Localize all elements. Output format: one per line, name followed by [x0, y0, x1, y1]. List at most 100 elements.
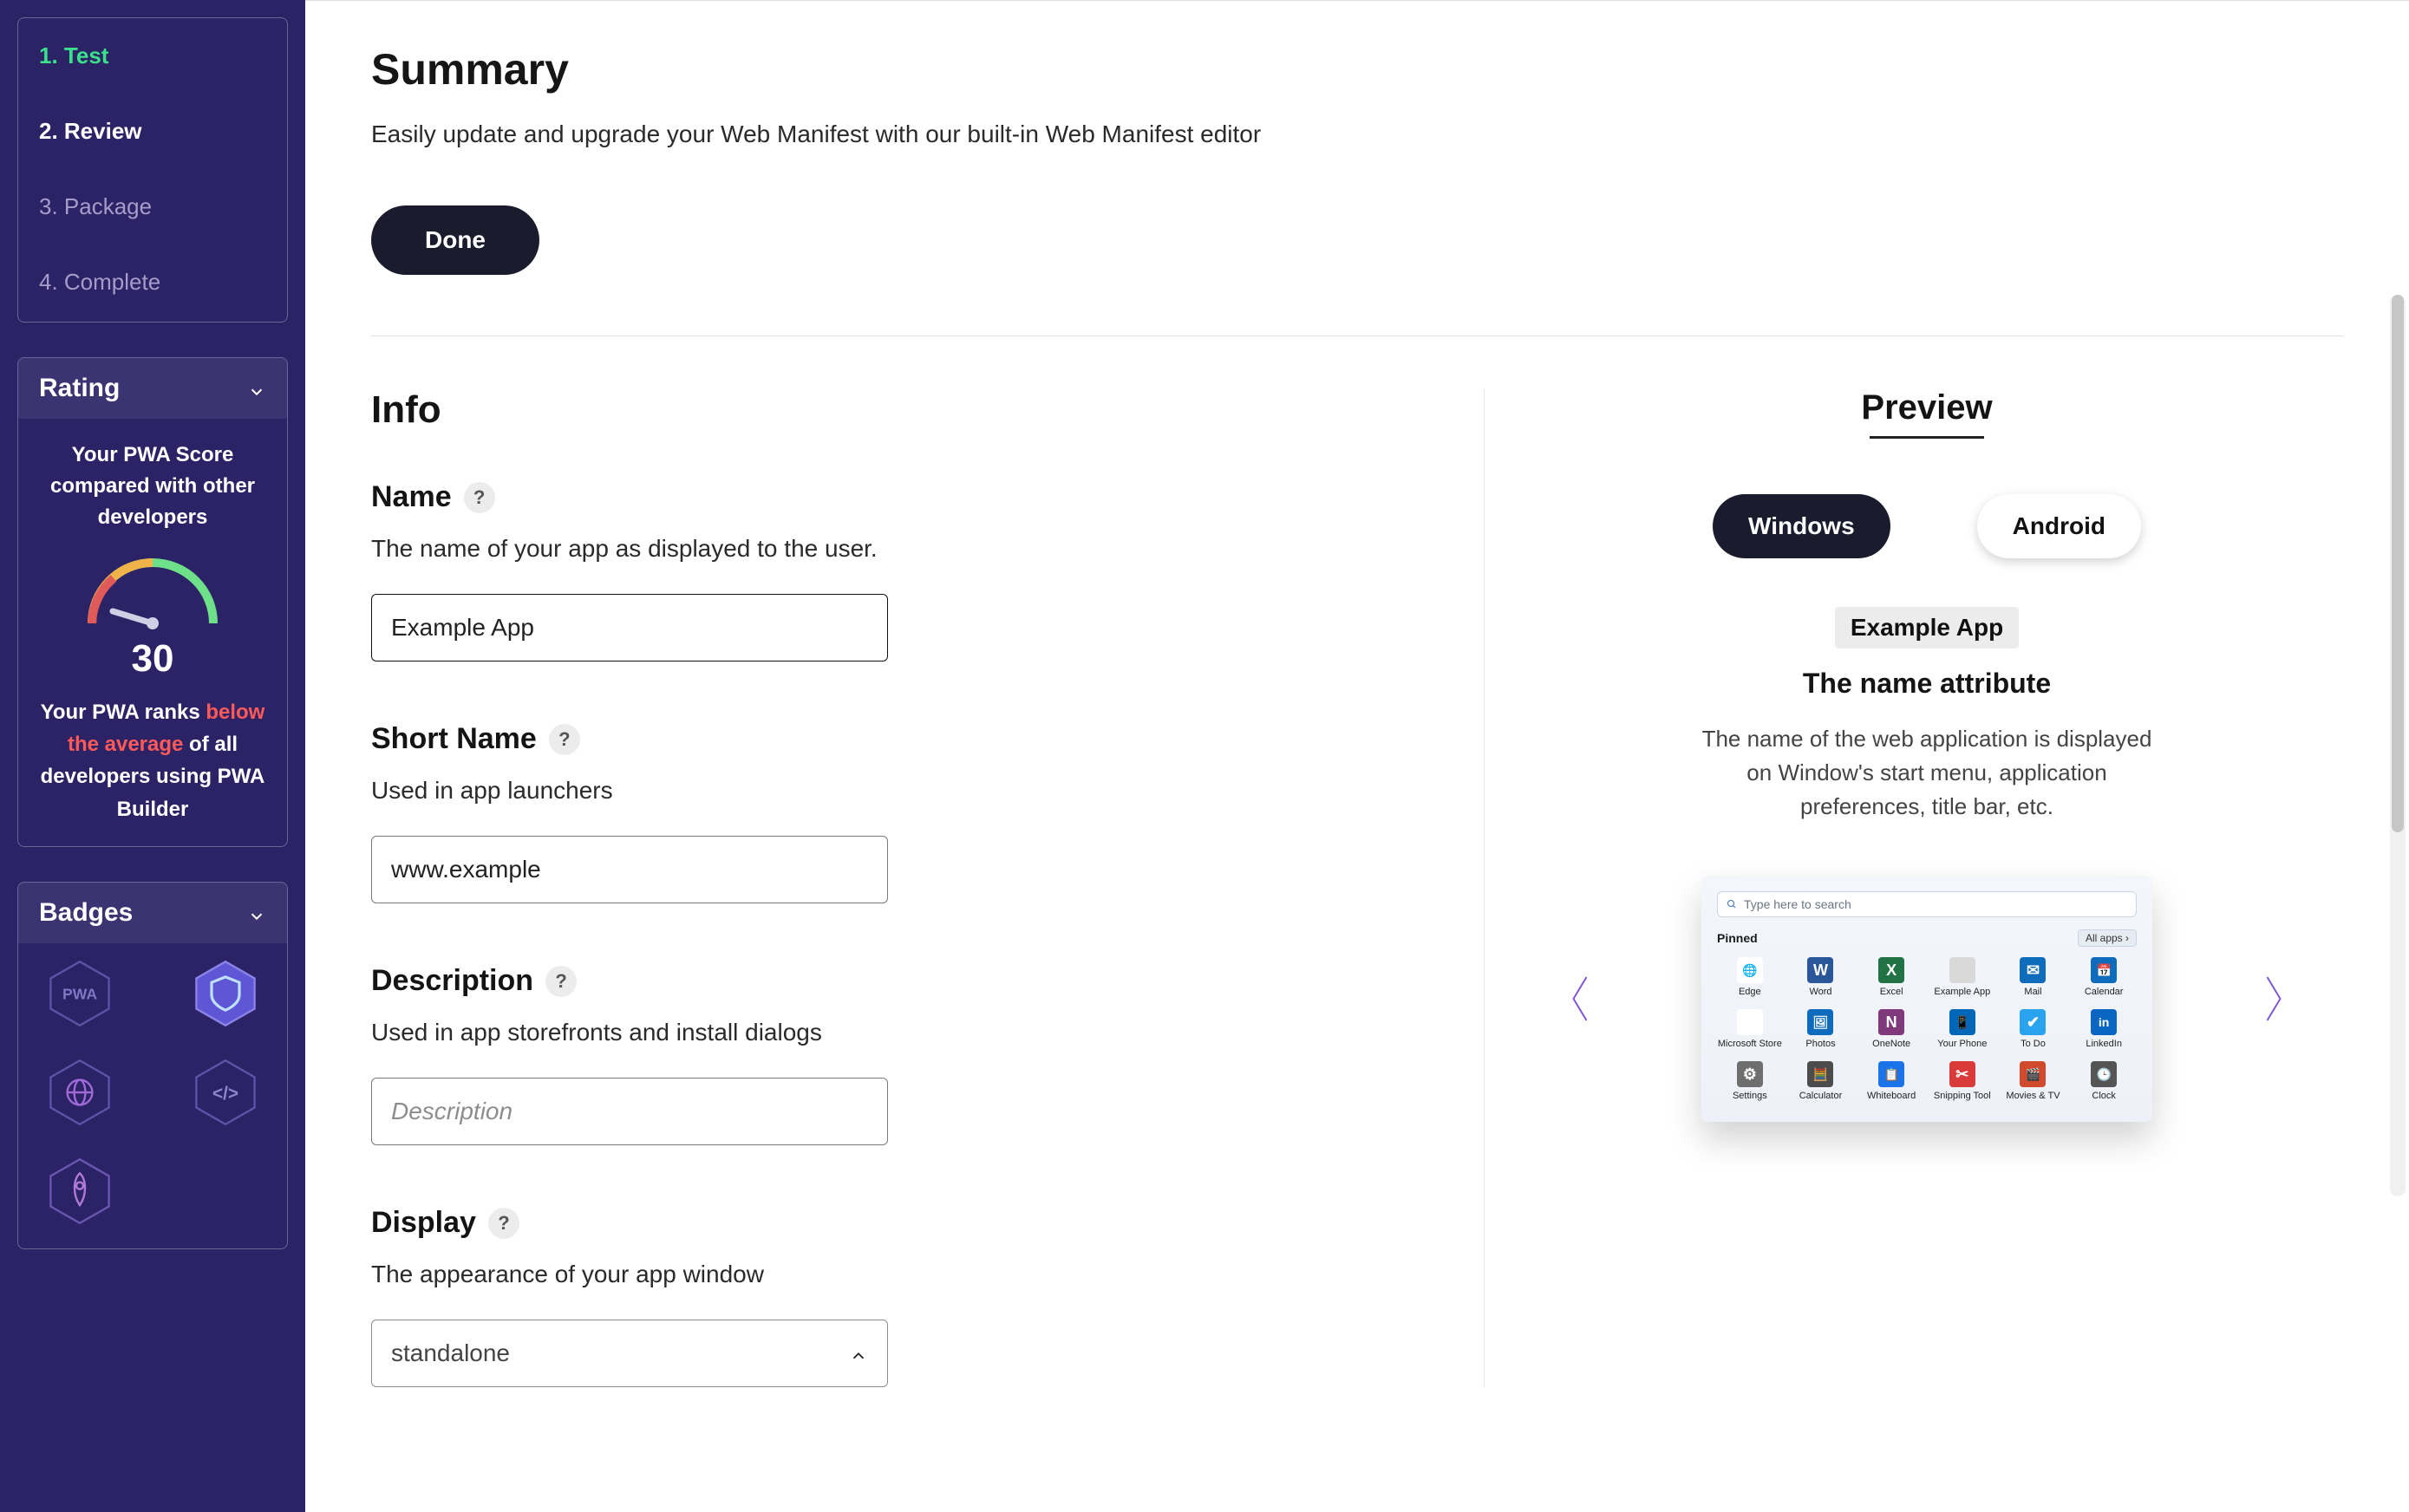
main-content: Summary Easily update and upgrade your W…: [305, 0, 2409, 1512]
start-menu-app: N OneNote: [1858, 1009, 1924, 1049]
start-menu-search-placeholder: Type here to search: [1744, 897, 1851, 911]
start-menu-all-apps: All apps ›: [2078, 929, 2137, 947]
field-name: Name ? The name of your app as displayed…: [371, 480, 1433, 662]
app-icon: W: [1807, 957, 1833, 983]
app-label: Whiteboard: [1867, 1091, 1916, 1101]
done-button[interactable]: Done: [371, 205, 539, 275]
name-input[interactable]: [371, 594, 888, 662]
app-label: OneNote: [1872, 1039, 1910, 1049]
steps-panel: 1. Test 2. Review 3. Package 4. Complete: [17, 17, 288, 323]
attribute-title: The name attribute: [1537, 668, 2317, 700]
info-title: Info: [371, 388, 1433, 432]
help-icon[interactable]: ?: [464, 482, 495, 513]
start-menu-grid: 🌐EdgeWWordXExcelExample App✉Mail📅Calenda…: [1717, 957, 2137, 1101]
description-desc: Used in app storefronts and install dial…: [371, 1019, 1433, 1046]
start-menu-app: ✉Mail: [2001, 957, 2066, 997]
start-menu-app: 📋 Whiteboard: [1858, 1061, 1924, 1101]
description-input[interactable]: [371, 1078, 888, 1145]
help-icon[interactable]: ?: [545, 966, 577, 997]
score-description: Your PWA Score compared with other devel…: [36, 440, 270, 533]
description-label: Description: [371, 964, 533, 998]
gauge-icon: [36, 545, 270, 632]
preview-carousel: Type here to search Pinned All apps › 🌐E…: [1537, 876, 2317, 1122]
rating-panel: Rating Your PWA Score compared with othe…: [17, 357, 288, 847]
display-select[interactable]: standalone: [371, 1320, 888, 1387]
step-complete[interactable]: 4. Complete: [39, 244, 266, 301]
svg-text:PWA: PWA: [62, 985, 97, 1002]
app-icon: 🧮: [1807, 1061, 1833, 1087]
app-label: Movies & TV: [2006, 1091, 2060, 1101]
name-label: Name: [371, 480, 452, 514]
app-label: Snipping Tool: [1934, 1091, 1991, 1101]
app-icon: 🎬: [2020, 1061, 2046, 1087]
svg-text:</>: </>: [212, 1084, 238, 1104]
app-label: To Do: [2021, 1039, 2046, 1049]
start-menu-app: 🖼Photos: [1788, 1009, 1854, 1049]
app-label: Calculator: [1799, 1091, 1843, 1101]
short-name-input[interactable]: [371, 836, 888, 903]
app-icon: 🛍: [1737, 1009, 1763, 1035]
badges-header[interactable]: Badges: [18, 883, 287, 943]
field-description: Description ? Used in app storefronts an…: [371, 964, 1433, 1145]
app-label: Edge: [1739, 987, 1761, 997]
start-menu-app: 🛍 Microsoft Store: [1717, 1009, 1783, 1049]
scrollbar-thumb[interactable]: [2392, 295, 2404, 832]
chevron-down-icon: [247, 379, 266, 398]
short-name-desc: Used in app launchers: [371, 777, 1433, 805]
app-icon: ⚙: [1737, 1061, 1763, 1087]
start-menu-pinned-label: Pinned: [1717, 931, 1758, 945]
badges-grid: PWA </>: [18, 943, 287, 1248]
app-icon: [1949, 957, 1975, 983]
step-test[interactable]: 1. Test: [39, 18, 266, 94]
start-menu-app: 📱Your Phone: [1929, 1009, 1995, 1049]
badge-rocket-icon: [45, 1157, 114, 1226]
next-arrow[interactable]: [2256, 968, 2291, 1029]
app-icon: 📋: [1878, 1061, 1904, 1087]
badge-shield-icon: [191, 959, 260, 1028]
platform-tabs: Windows Android: [1537, 494, 2317, 558]
app-label: Word: [1809, 987, 1831, 997]
tab-windows[interactable]: Windows: [1713, 494, 1890, 558]
info-form: Info Name ? The name of your app as disp…: [371, 388, 1485, 1387]
summary-subtitle: Easily update and upgrade your Web Manif…: [371, 121, 2343, 148]
help-icon[interactable]: ?: [488, 1208, 519, 1239]
help-icon[interactable]: ?: [549, 724, 580, 755]
preview-title: Preview: [1537, 388, 2317, 427]
preview-panel: Preview Windows Android Example App The …: [1485, 388, 2343, 1387]
start-menu-app: ✔ To Do: [2001, 1009, 2066, 1049]
step-review[interactable]: 2. Review: [39, 94, 266, 169]
start-menu-search: Type here to search: [1717, 891, 2137, 917]
start-menu-app: 🌐Edge: [1717, 957, 1783, 997]
app-icon: 🕒: [2091, 1061, 2117, 1087]
app-icon: ✉: [2020, 957, 2046, 983]
app-icon: 📅: [2091, 957, 2117, 983]
app-label: Settings: [1733, 1091, 1767, 1101]
short-name-label: Short Name: [371, 722, 537, 756]
app-icon: N: [1878, 1009, 1904, 1035]
app-icon: X: [1878, 957, 1904, 983]
name-desc: The name of your app as displayed to the…: [371, 535, 1433, 563]
app-label: Microsoft Store: [1718, 1039, 1782, 1049]
score-number: 30: [36, 637, 270, 681]
badge-code-icon: </>: [191, 1058, 260, 1127]
app-icon: ✂: [1949, 1061, 1975, 1087]
badges-header-label: Badges: [39, 898, 133, 928]
app-label: Example App: [1934, 987, 1990, 997]
field-display: Display ? The appearance of your app win…: [371, 1206, 1433, 1387]
app-icon: in: [2091, 1009, 2117, 1035]
badge-pwa-icon: PWA: [45, 959, 114, 1028]
app-icon: 📱: [1949, 1009, 1975, 1035]
tab-android[interactable]: Android: [1977, 494, 2141, 558]
display-label: Display: [371, 1206, 476, 1240]
start-menu-app: W Word: [1788, 957, 1854, 997]
start-menu-app: inLinkedIn: [2071, 1009, 2137, 1049]
rating-header[interactable]: Rating: [18, 358, 287, 419]
step-package[interactable]: 3. Package: [39, 169, 266, 244]
prev-arrow[interactable]: [1563, 968, 1597, 1029]
app-label: Clock: [2092, 1091, 2116, 1101]
scrollbar-track[interactable]: [2390, 295, 2406, 1196]
app-label: Calendar: [2085, 987, 2124, 997]
start-menu-app: 🎬 Movies & TV: [2001, 1061, 2066, 1101]
app-icon: ✔: [2020, 1009, 2046, 1035]
rank-text: Your PWA ranks below the average of all …: [36, 696, 270, 825]
